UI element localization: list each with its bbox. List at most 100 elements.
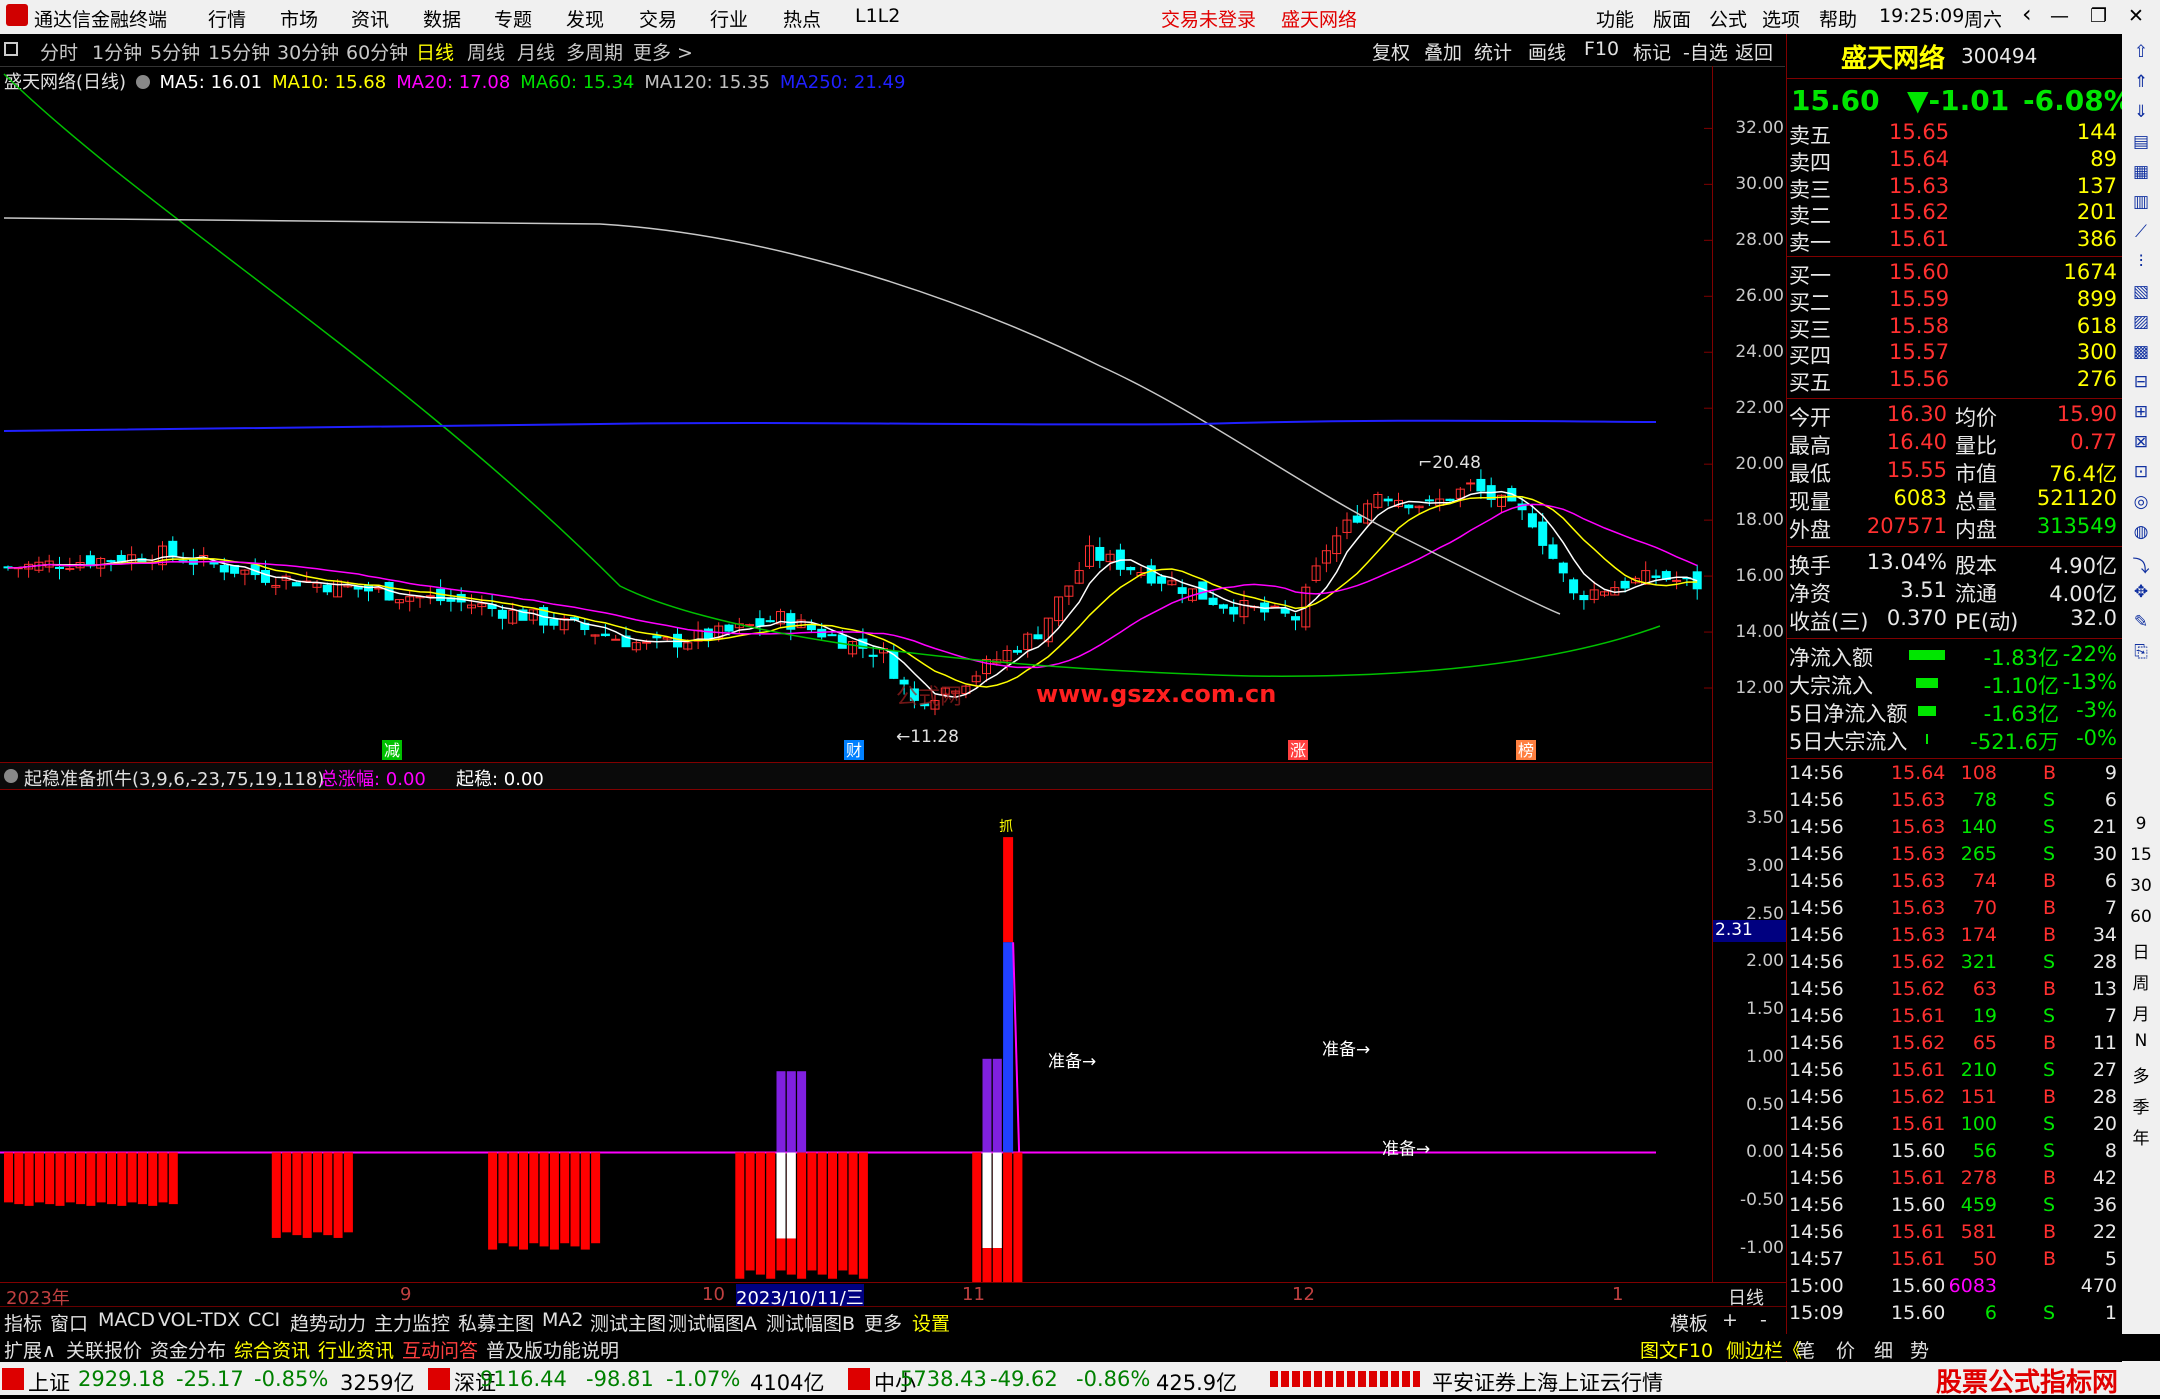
tab1-1[interactable]: 窗口 bbox=[50, 1309, 88, 1336]
tab1-7[interactable]: 私募主图 bbox=[458, 1309, 534, 1336]
toolbar-icon-16[interactable]: ◍ bbox=[2129, 522, 2153, 546]
tab1-4[interactable]: CCI bbox=[248, 1309, 280, 1331]
toolbar-icon-8[interactable]: ▧ bbox=[2129, 282, 2153, 306]
toolbar-period-0[interactable]: 9 bbox=[2129, 814, 2153, 838]
period-1[interactable]: 1分钟 bbox=[92, 38, 142, 65]
tab1-10[interactable]: 测试幅图A bbox=[668, 1309, 757, 1336]
restore-icon[interactable]: ❐ bbox=[2090, 5, 2107, 27]
toolbar-icon-14[interactable]: ⊡ bbox=[2129, 462, 2153, 486]
toolbar-period-9[interactable]: 季 bbox=[2129, 1093, 2153, 1118]
toolbar-icon-6[interactable]: ⟋ bbox=[2129, 222, 2153, 246]
tool-6[interactable]: -自选 bbox=[1683, 38, 1728, 65]
tab1-6[interactable]: 主力监控 bbox=[374, 1309, 450, 1336]
tab2-right-0[interactable]: 图文F10 bbox=[1640, 1336, 1713, 1363]
period-8[interactable]: 月线 bbox=[517, 38, 555, 65]
toolbar-icon-18[interactable]: ✥ bbox=[2129, 582, 2153, 606]
login-status-link[interactable]: 交易未登录 bbox=[1161, 5, 1256, 32]
period-5[interactable]: 60分钟 bbox=[346, 38, 408, 65]
tab1-3[interactable]: VOL-TDX bbox=[158, 1309, 240, 1331]
tab1-right-1[interactable]: + bbox=[1722, 1309, 1738, 1331]
tool-1[interactable]: 叠加 bbox=[1424, 38, 1462, 65]
toolbar-period-3[interactable]: 60 bbox=[2129, 907, 2153, 931]
back-icon[interactable]: ‹ bbox=[2022, 0, 2032, 28]
toolbar-icon-0[interactable]: ⇧ bbox=[2129, 42, 2153, 66]
toolbar-icon-1[interactable]: ⇑ bbox=[2129, 72, 2153, 96]
menu-0[interactable]: 行情 bbox=[208, 5, 246, 32]
toolbar-period-7[interactable]: N bbox=[2129, 1031, 2153, 1055]
toolbar-icon-2[interactable]: ⇓ bbox=[2129, 102, 2153, 126]
menu-3[interactable]: 数据 bbox=[423, 5, 461, 32]
toolbar-icon-5[interactable]: ▥ bbox=[2129, 192, 2153, 216]
toolbar-icon-7[interactable]: ⫶ bbox=[2129, 252, 2153, 276]
tool-3[interactable]: 画线 bbox=[1528, 38, 1566, 65]
period-6[interactable]: 日线 bbox=[416, 38, 454, 65]
period-2[interactable]: 5分钟 bbox=[150, 38, 200, 65]
toolbar-icon-13[interactable]: ⊠ bbox=[2129, 432, 2153, 456]
indicator-settings-icon[interactable] bbox=[4, 769, 18, 783]
menu-2[interactable]: 资讯 bbox=[351, 5, 389, 32]
menu-6[interactable]: 交易 bbox=[639, 5, 677, 32]
toolbar-icon-11[interactable]: ⊟ bbox=[2129, 372, 2153, 396]
menu-5[interactable]: 发现 bbox=[566, 5, 604, 32]
tab2-4[interactable]: 行业资讯 bbox=[318, 1336, 394, 1363]
tab1-0[interactable]: 指标 bbox=[4, 1309, 42, 1336]
tab2-0[interactable]: 扩展∧ bbox=[4, 1336, 56, 1363]
tool-5[interactable]: 标记 bbox=[1633, 38, 1671, 65]
period-3[interactable]: 15分钟 bbox=[208, 38, 270, 65]
toolbar-icon-20[interactable]: ⎘ bbox=[2129, 642, 2153, 666]
menu-7[interactable]: 行业 bbox=[710, 5, 748, 32]
toolbar-icon-15[interactable]: ◎ bbox=[2129, 492, 2153, 516]
toolbar-period-6[interactable]: 月 bbox=[2129, 1000, 2153, 1025]
toolbar-period-4[interactable]: 日 bbox=[2129, 938, 2153, 963]
tool-7[interactable]: 返回 bbox=[1735, 38, 1773, 65]
minimize-icon[interactable]: — bbox=[2050, 5, 2069, 27]
tab1-5[interactable]: 趋势动力 bbox=[290, 1309, 366, 1336]
toolbar-period-8[interactable]: 多 bbox=[2129, 1062, 2153, 1087]
tab1-13[interactable]: 设置 bbox=[912, 1309, 950, 1336]
menu-9[interactable]: L1L2 bbox=[855, 5, 900, 27]
period-4[interactable]: 30分钟 bbox=[277, 38, 339, 65]
period-0[interactable]: 分时 bbox=[40, 38, 78, 65]
right-menu-0[interactable]: 功能 bbox=[1596, 5, 1634, 32]
layout-toggle-icon[interactable] bbox=[4, 42, 18, 56]
right-menu-1[interactable]: 版面 bbox=[1653, 5, 1691, 32]
tab1-2[interactable]: MACD bbox=[98, 1309, 155, 1331]
toolbar-icon-3[interactable]: ▤ bbox=[2129, 132, 2153, 156]
tab2-right-2[interactable]: 笔 bbox=[1796, 1336, 1815, 1363]
toolbar-icon-19[interactable]: ✎ bbox=[2129, 612, 2153, 636]
period-10[interactable]: 更多 > bbox=[633, 38, 693, 65]
menu-8[interactable]: 热点 bbox=[783, 5, 821, 32]
tab2-3[interactable]: 综合资讯 bbox=[234, 1336, 310, 1363]
tab2-6[interactable]: 普及版功能说明 bbox=[486, 1336, 619, 1363]
tab1-11[interactable]: 测试幅图B bbox=[766, 1309, 855, 1336]
tab2-5[interactable]: 互动问答 bbox=[402, 1336, 478, 1363]
right-menu-2[interactable]: 公式 bbox=[1709, 5, 1747, 32]
indicator-chart[interactable]: 起稳准备抓牛(3,9,6,-23,75,19,118) 总涨幅: 0.00 起稳… bbox=[0, 762, 1712, 1282]
tab1-12[interactable]: 更多 bbox=[864, 1309, 902, 1336]
tab2-right-4[interactable]: 细 bbox=[1874, 1336, 1893, 1363]
menu-1[interactable]: 市场 bbox=[280, 5, 318, 32]
period-9[interactable]: 多周期 bbox=[566, 38, 623, 65]
tool-2[interactable]: 统计 bbox=[1474, 38, 1512, 65]
kline-chart[interactable]: 盛天网络(日线) MA5: 16.01 MA10: 15.68 MA20: 17.0… bbox=[0, 66, 1712, 762]
tool-0[interactable]: 复权 bbox=[1372, 38, 1410, 65]
tab2-right-1[interactable]: 侧边栏《 bbox=[1726, 1336, 1802, 1363]
tab1-9[interactable]: 测试主图 bbox=[590, 1309, 666, 1336]
toolbar-period-10[interactable]: 年 bbox=[2129, 1124, 2153, 1149]
toolbar-period-2[interactable]: 30 bbox=[2129, 876, 2153, 900]
tab2-1[interactable]: 关联报价 bbox=[66, 1336, 142, 1363]
period-7[interactable]: 周线 bbox=[467, 38, 505, 65]
index-name-0[interactable]: 上证 bbox=[28, 1367, 70, 1397]
tool-4[interactable]: F10 bbox=[1584, 38, 1619, 60]
tab2-right-3[interactable]: 价 bbox=[1836, 1336, 1855, 1363]
right-menu-4[interactable]: 帮助 bbox=[1819, 5, 1857, 32]
close-icon[interactable]: ✕ bbox=[2128, 5, 2144, 27]
toolbar-period-1[interactable]: 15 bbox=[2129, 845, 2153, 869]
toolbar-icon-9[interactable]: ▨ bbox=[2129, 312, 2153, 336]
right-menu-3[interactable]: 选项 bbox=[1762, 5, 1800, 32]
toolbar-icon-10[interactable]: ▩ bbox=[2129, 342, 2153, 366]
tab2-right-5[interactable]: 势 bbox=[1910, 1336, 1929, 1363]
toolbar-icon-12[interactable]: ⊞ bbox=[2129, 402, 2153, 426]
toolbar-icon-4[interactable]: ▦ bbox=[2129, 162, 2153, 186]
tab1-8[interactable]: MA2 bbox=[542, 1309, 583, 1331]
